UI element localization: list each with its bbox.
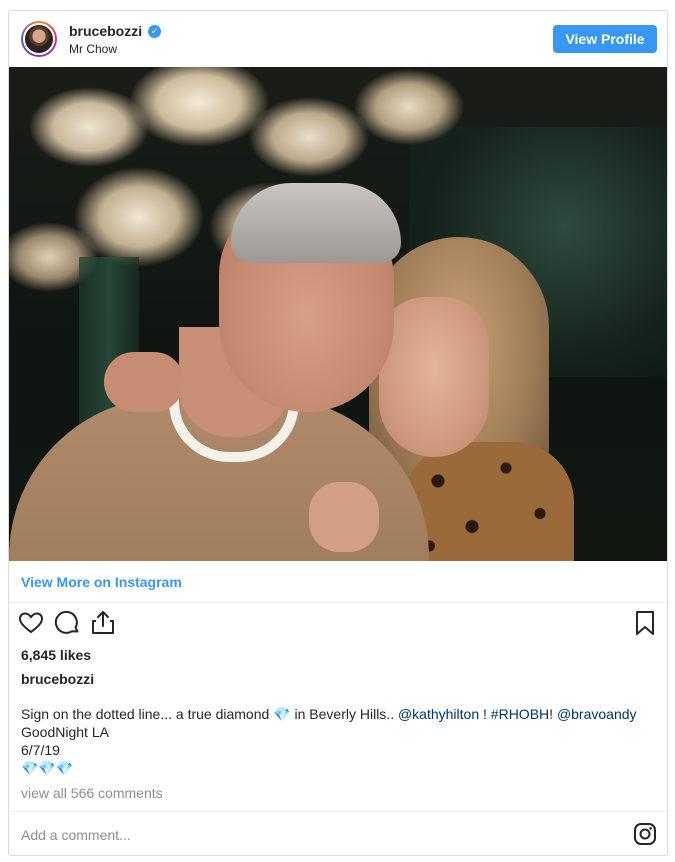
view-more-link[interactable]: View More on Instagram [21,574,182,590]
view-more-bar: View More on Instagram [9,561,667,603]
caption-username[interactable]: brucebozzi [21,671,94,687]
caption-line-1: Sign on the dotted line... a true diamon… [21,705,661,723]
caption-text: Sign on the dotted line... a true diamon… [21,705,661,777]
view-profile-button[interactable]: View Profile [553,25,657,53]
photo-woman-face [379,297,489,457]
share-icon[interactable] [89,609,117,637]
verified-badge-icon: ✓ [148,25,161,38]
action-bar [9,607,667,643]
caption-text-start: Sign on the dotted line... a true diamon… [21,706,270,722]
photo-man-hair [231,183,401,263]
comment-icon[interactable] [53,609,81,637]
mention-kathyhilton[interactable]: @kathyhilton [398,706,479,722]
comment-bar: Add a comment... [9,811,667,855]
diamond-emoji: 💎 [273,706,291,722]
avatar[interactable] [21,21,57,57]
caption-line-3: 6/7/19 [21,742,60,758]
instagram-logo-icon[interactable] [633,822,657,846]
hashtag-rhobh[interactable]: #RHOBH [491,706,549,722]
post-header: brucebozzi ✓ Mr Chow View Profile [9,11,667,67]
location-label[interactable]: Mr Chow [69,42,117,56]
heart-icon[interactable] [17,609,45,637]
avatar-image [23,23,55,55]
photo-hand-right [309,482,379,552]
username[interactable]: brucebozzi [69,23,142,39]
photo-hand-left [104,352,184,412]
caption-line-4: 💎💎💎 [21,760,74,776]
view-all-comments-link[interactable]: view all 566 comments [21,785,163,801]
instagram-embed-card: brucebozzi ✓ Mr Chow View Profile View M… [8,10,668,856]
add-comment-input[interactable]: Add a comment... [21,827,131,843]
caption-text-mid: in Beverly Hills.. [290,706,398,722]
caption-line-2: GoodNight LA [21,724,109,740]
bookmark-icon[interactable] [631,609,659,637]
photo-woman-dress [404,442,574,561]
caption-sep-1: ! [479,706,491,722]
mention-bravoandy[interactable]: @bravoandy [557,706,637,722]
post-photo[interactable] [9,67,667,561]
likes-count[interactable]: 6,845 likes [21,647,91,663]
caption-sep-2: ! [549,706,557,722]
